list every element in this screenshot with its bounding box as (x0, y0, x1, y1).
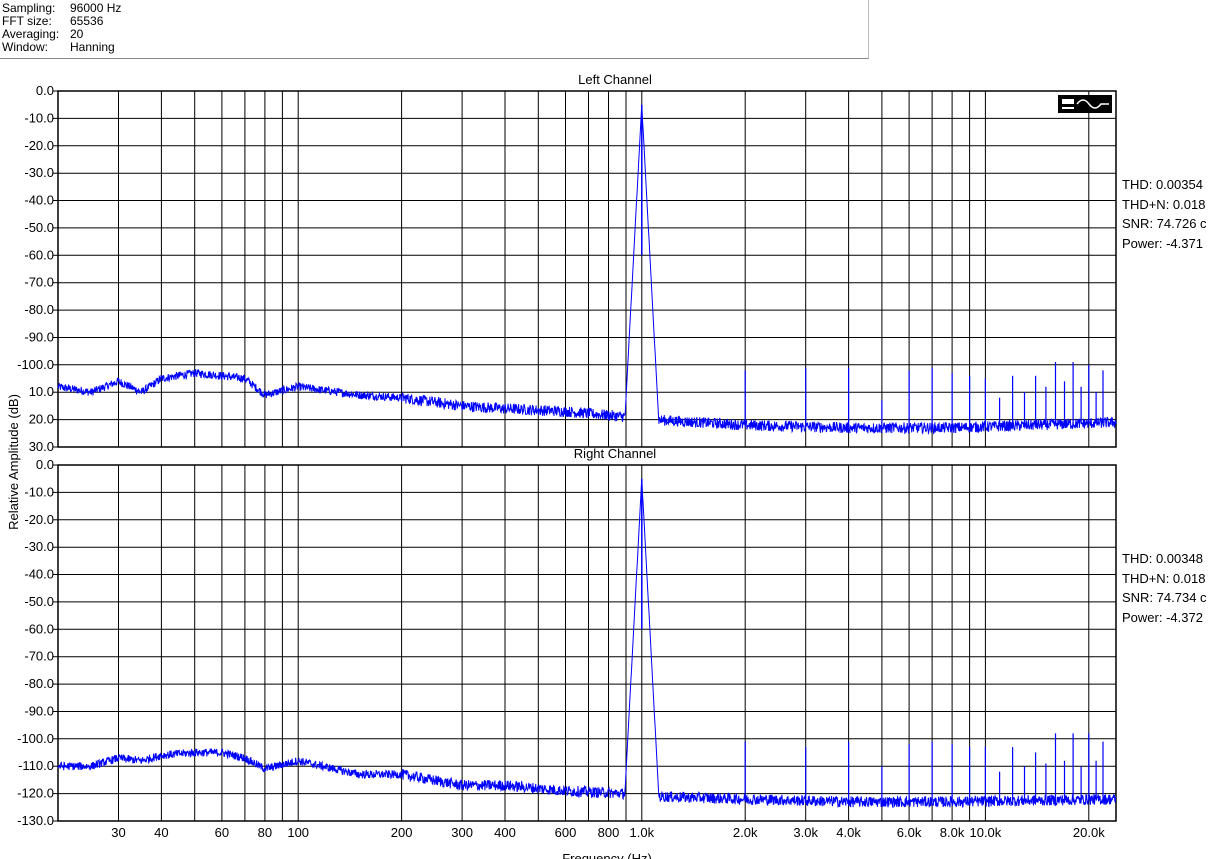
y-tick-label: -70.0 (24, 649, 54, 664)
plot-area (57, 464, 1117, 822)
x-tick-label: 100 (287, 825, 309, 840)
right-channel-stats: THD: 0.00348 THD+N: 0.018 SNR: 74.734 c … (1122, 549, 1216, 627)
right-channel-panel: 0.0 -10.0 -20.0 -30.0 -40.0 -50.0 -60.0 -70.0 -8… (17, 446, 1117, 840)
y-tick-label: -40.0 (24, 193, 54, 208)
x-tick-label: 80 (258, 825, 272, 840)
left-thdn: THD+N: 0.018 (1122, 196, 1206, 212)
left-channel-stats: THD: 0.00354 THD+N: 0.018 SNR: 74.726 c … (1122, 175, 1216, 253)
y-tick-label: -110.0 (18, 758, 54, 773)
sampling-value: 96000 Hz (70, 1, 122, 15)
y-tick-label: -100.0 (17, 731, 54, 746)
x-tick-label: 60 (215, 825, 229, 840)
x-tick-label: 20.0k (1073, 825, 1105, 840)
y-tick-label: 10.0 (29, 384, 54, 399)
x-tick-label: 10.0k (969, 825, 1001, 840)
x-tick-label: 8.0k (940, 825, 965, 840)
y-tick-label: 0.0 (36, 83, 54, 98)
right-thd: THD: 0.00348 (1122, 551, 1203, 566)
y-tick-label: -90.0 (24, 330, 54, 345)
averaging-value: 20 (70, 27, 84, 41)
y-tick-label: -30.0 (24, 539, 54, 554)
y-tick-label: -120.0 (17, 786, 54, 801)
y-tick-label: -60.0 (24, 621, 54, 636)
x-tick-label: 2.0k (733, 825, 758, 840)
y-tick-label: -50.0 (24, 594, 54, 609)
y-tick-label: -20.0 (24, 512, 54, 527)
y-tick-label: 0.0 (36, 457, 54, 472)
y-tick-label: -10.0 (24, 110, 54, 125)
x-tick-label: 800 (598, 825, 620, 840)
x-tick-label: 400 (494, 825, 516, 840)
right-thdn: THD+N: 0.018 (1122, 570, 1206, 586)
y-tick-label: -50.0 (24, 220, 54, 235)
left-snr: SNR: 74.726 c (1122, 216, 1207, 231)
y-tick-label: -80.0 (24, 676, 54, 691)
y-tick-label: -70.0 (24, 275, 54, 290)
y-tick-label: -90.0 (24, 704, 54, 719)
y-tick-label: -130.0 (17, 813, 54, 828)
x-tick-label: 3.0k (793, 825, 818, 840)
left-channel-panel: 0.0 -10.0 -20.0 -30.0 -40.0 -50.0 -60.0 -70.0 -8… (17, 72, 1117, 454)
right-snr: SNR: 74.734 c (1122, 590, 1207, 605)
y-tick-label: -20.0 (24, 138, 54, 153)
y-tick-label: 30.0 (29, 439, 54, 454)
y-axis-label: Relative Amplitude (dB) (6, 394, 21, 530)
y-tick-label: -80.0 (24, 302, 54, 317)
x-tick-label: 30 (111, 825, 125, 840)
window-value: Hanning (70, 40, 115, 54)
y-tick-label: -10.0 (24, 484, 54, 499)
x-tick-label: 200 (391, 825, 413, 840)
legend-glyph-bar (1062, 99, 1074, 104)
y-tick-label: -100.0 (17, 357, 54, 372)
analysis-info-panel: Sampling: 96000 Hz FFT size: 65536 Averagi… (0, 0, 869, 59)
x-tick-label: 600 (555, 825, 577, 840)
window-row: Window: Hanning (2, 41, 115, 54)
y-tick-label: -60.0 (24, 247, 54, 262)
x-tick-label: 300 (451, 825, 473, 840)
right-power: Power: -4.372 (1122, 609, 1203, 625)
x-tick-label: 1.0k (630, 825, 655, 840)
window-label: Window: (2, 40, 49, 54)
left-thd: THD: 0.00354 (1122, 177, 1203, 192)
x-tick-label: 6.0k (897, 825, 922, 840)
y-tick-label: -40.0 (24, 567, 54, 582)
panel-title: Right Channel (574, 446, 656, 461)
x-tick-label: 4.0k (836, 825, 861, 840)
y-tick-label: -30.0 (24, 165, 54, 180)
x-axis-label: Frequency (Hz) (562, 851, 652, 859)
panel-title: Left Channel (578, 72, 652, 87)
y-tick-label: 20.0 (29, 412, 54, 427)
x-tick-label: 40 (154, 825, 168, 840)
plot-area (57, 90, 1117, 448)
waveform-legend-icon (1058, 95, 1112, 113)
left-power: Power: -4.371 (1122, 235, 1203, 251)
spectrum-chart: 0.0 -10.0 -20.0 -30.0 -40.0 -50.0 -60.0 -70.0 -8… (6, 72, 1117, 859)
fft-size-value: 65536 (70, 14, 104, 28)
